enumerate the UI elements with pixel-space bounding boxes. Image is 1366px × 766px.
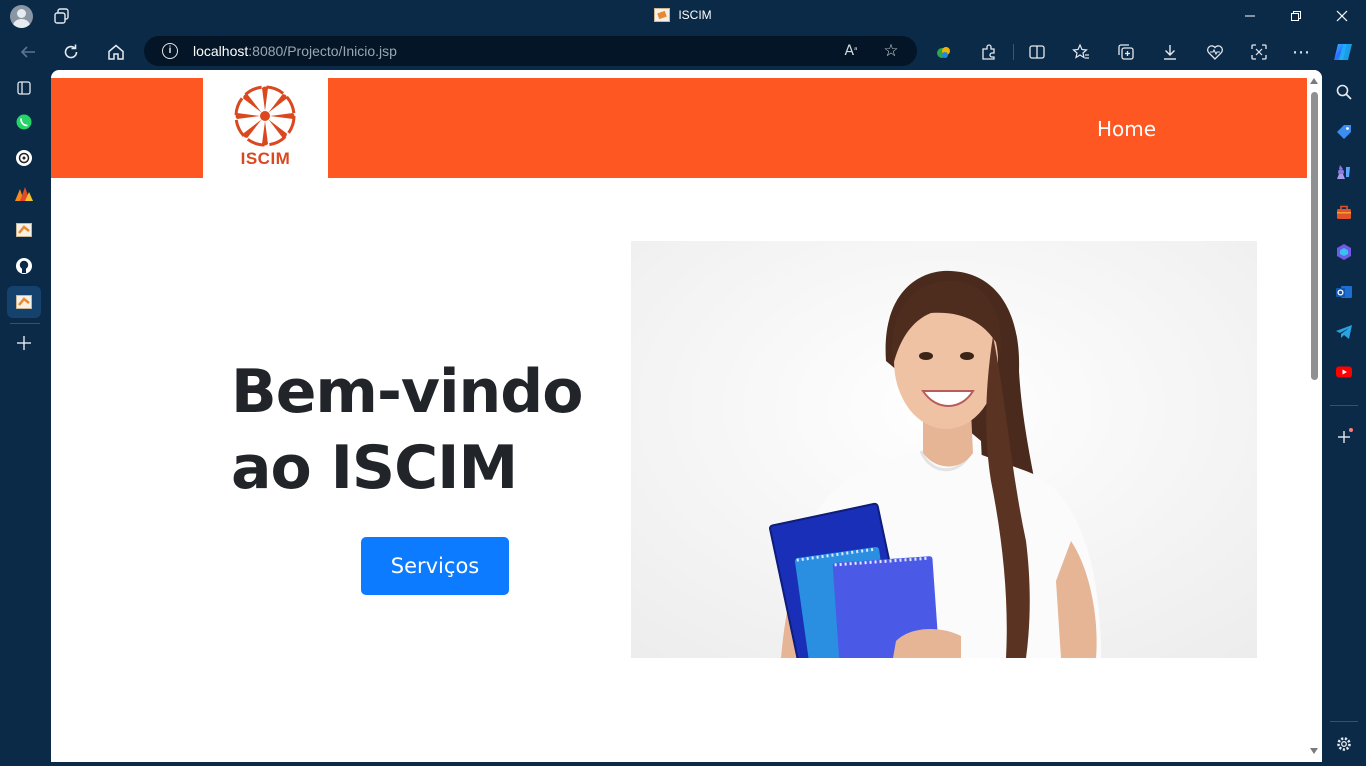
chatgpt-icon[interactable] xyxy=(14,148,34,168)
refresh-button[interactable] xyxy=(57,38,85,66)
screenshot-icon[interactable] xyxy=(1248,41,1270,63)
search-icon[interactable] xyxy=(1334,82,1354,102)
favorites-icon[interactable] xyxy=(1070,41,1092,63)
chatgpt-glyph xyxy=(16,150,32,166)
services-button[interactable]: Serviços xyxy=(361,537,509,595)
apps-icon[interactable] xyxy=(14,184,34,204)
github-icon[interactable] xyxy=(14,256,34,276)
browser-toolbar: i localhost:8080/Projecto/Inicio.jsp Aᵃ … xyxy=(0,34,1366,70)
download-glyph xyxy=(1164,45,1176,60)
split-screen-glyph xyxy=(1029,45,1045,59)
iscim-active-tab-icon[interactable] xyxy=(14,292,34,312)
whatsapp-glyph xyxy=(16,114,32,130)
toolbar-divider xyxy=(1013,44,1014,60)
back-button[interactable] xyxy=(14,38,42,66)
hero-image xyxy=(631,241,1257,658)
telegram-glyph xyxy=(1336,325,1352,339)
student-illustration xyxy=(631,241,1257,658)
restore-icon xyxy=(1291,11,1301,21)
copilot-icon[interactable] xyxy=(1332,41,1354,63)
window-title: ISCIM xyxy=(0,8,1366,22)
window-title-text: ISCIM xyxy=(678,8,712,22)
downloads-icon[interactable] xyxy=(1159,41,1181,63)
tools-icon[interactable] xyxy=(1334,202,1354,222)
plus-glyph xyxy=(17,336,31,350)
home-button[interactable] xyxy=(102,38,130,66)
copilot-glyph xyxy=(1334,44,1352,60)
page-scrollbar[interactable] xyxy=(1307,70,1322,762)
extensions-icon[interactable] xyxy=(978,41,1000,63)
iscim-tab-glyph xyxy=(16,223,32,237)
site-header: ISCIM Home xyxy=(51,78,1307,178)
back-arrow-icon xyxy=(20,46,35,58)
scrollbar-thumb[interactable] xyxy=(1311,92,1318,380)
address-bar[interactable]: i localhost:8080/Projecto/Inicio.jsp Aᵃ … xyxy=(144,36,917,66)
outlook-icon[interactable] xyxy=(1334,282,1354,302)
github-glyph xyxy=(16,258,32,274)
puzzle-icon xyxy=(982,44,995,60)
add-tab-icon[interactable] xyxy=(14,333,34,353)
outlook-glyph xyxy=(1336,286,1352,298)
hero-title: Bem-vindo ao ISCIM xyxy=(231,354,631,506)
extension-colorful-icon[interactable] xyxy=(933,41,955,63)
browser-essentials-icon[interactable] xyxy=(1204,41,1226,63)
tab-actions-icon[interactable] xyxy=(14,78,34,98)
games-glyph xyxy=(1337,165,1350,179)
sidebar-divider xyxy=(10,323,40,324)
logo-text: ISCIM xyxy=(240,149,291,168)
minimize-button[interactable] xyxy=(1227,4,1273,28)
iscim-tab-icon[interactable] xyxy=(14,220,34,240)
page-viewport: ISCIM Home Bem-vindo ao ISCIM Serviços xyxy=(51,70,1322,762)
scroll-up-arrow-icon[interactable] xyxy=(1310,78,1318,84)
close-button[interactable] xyxy=(1319,4,1365,28)
youtube-glyph xyxy=(1336,366,1352,378)
url-path: :8080/Projecto/Inicio.jsp xyxy=(248,43,397,59)
site-logo[interactable]: ISCIM xyxy=(203,78,328,178)
url-host: localhost xyxy=(193,43,249,59)
copilot-sidebar-icon[interactable] xyxy=(1334,242,1354,262)
tab-actions-glyph xyxy=(17,81,31,95)
whatsapp-icon[interactable] xyxy=(14,112,34,132)
favorite-star-icon[interactable]: ☆ xyxy=(881,41,901,61)
iscim-active-tab-glyph xyxy=(16,295,32,309)
shopping-tag-icon[interactable] xyxy=(1334,122,1354,142)
iscim-favicon-icon xyxy=(654,8,671,22)
youtube-icon[interactable] xyxy=(1334,362,1354,382)
plus-dot-glyph xyxy=(1338,428,1353,443)
close-icon xyxy=(1336,10,1348,22)
url-text[interactable]: localhost:8080/Projecto/Inicio.jsp xyxy=(193,43,397,59)
right-sidebar-divider xyxy=(1330,405,1358,406)
games-icon[interactable] xyxy=(1334,162,1354,182)
collections-glyph xyxy=(1118,44,1134,60)
search-glyph xyxy=(1336,84,1352,100)
toolbox-glyph xyxy=(1337,205,1351,219)
hexagon-glyph xyxy=(1337,244,1351,260)
apps-glyph xyxy=(15,187,33,201)
home-icon xyxy=(108,44,124,60)
hero-title-line-1: Bem-vindo xyxy=(231,357,583,427)
screenshot-glyph xyxy=(1251,44,1267,60)
hero-title-line-2: ao ISCIM xyxy=(231,433,518,503)
scroll-down-arrow-icon[interactable] xyxy=(1310,748,1318,754)
tag-glyph xyxy=(1337,125,1351,139)
split-screen-icon[interactable] xyxy=(1026,41,1048,63)
refresh-icon xyxy=(64,44,78,59)
collections-icon[interactable] xyxy=(1115,41,1137,63)
heart-pulse-glyph xyxy=(1207,45,1223,60)
nav-home-link[interactable]: Home xyxy=(1097,117,1156,141)
iscim-emblem-icon xyxy=(234,85,296,147)
restore-button[interactable] xyxy=(1273,4,1319,28)
extension-colorful-glyph xyxy=(937,47,950,58)
more-options-icon[interactable]: ⋯ xyxy=(1290,41,1312,63)
site-info-icon[interactable]: i xyxy=(162,43,178,59)
read-aloud-icon[interactable]: Aᵃ xyxy=(841,41,861,61)
gear-glyph xyxy=(1337,737,1351,751)
favorites-glyph xyxy=(1072,43,1089,59)
minimize-icon xyxy=(1245,15,1255,17)
right-sidebar-divider-bottom xyxy=(1330,721,1358,722)
add-sidebar-app-icon[interactable] xyxy=(1334,427,1354,447)
settings-icon[interactable] xyxy=(1334,734,1354,754)
title-bar: ISCIM xyxy=(0,0,1366,32)
telegram-icon[interactable] xyxy=(1334,322,1354,342)
